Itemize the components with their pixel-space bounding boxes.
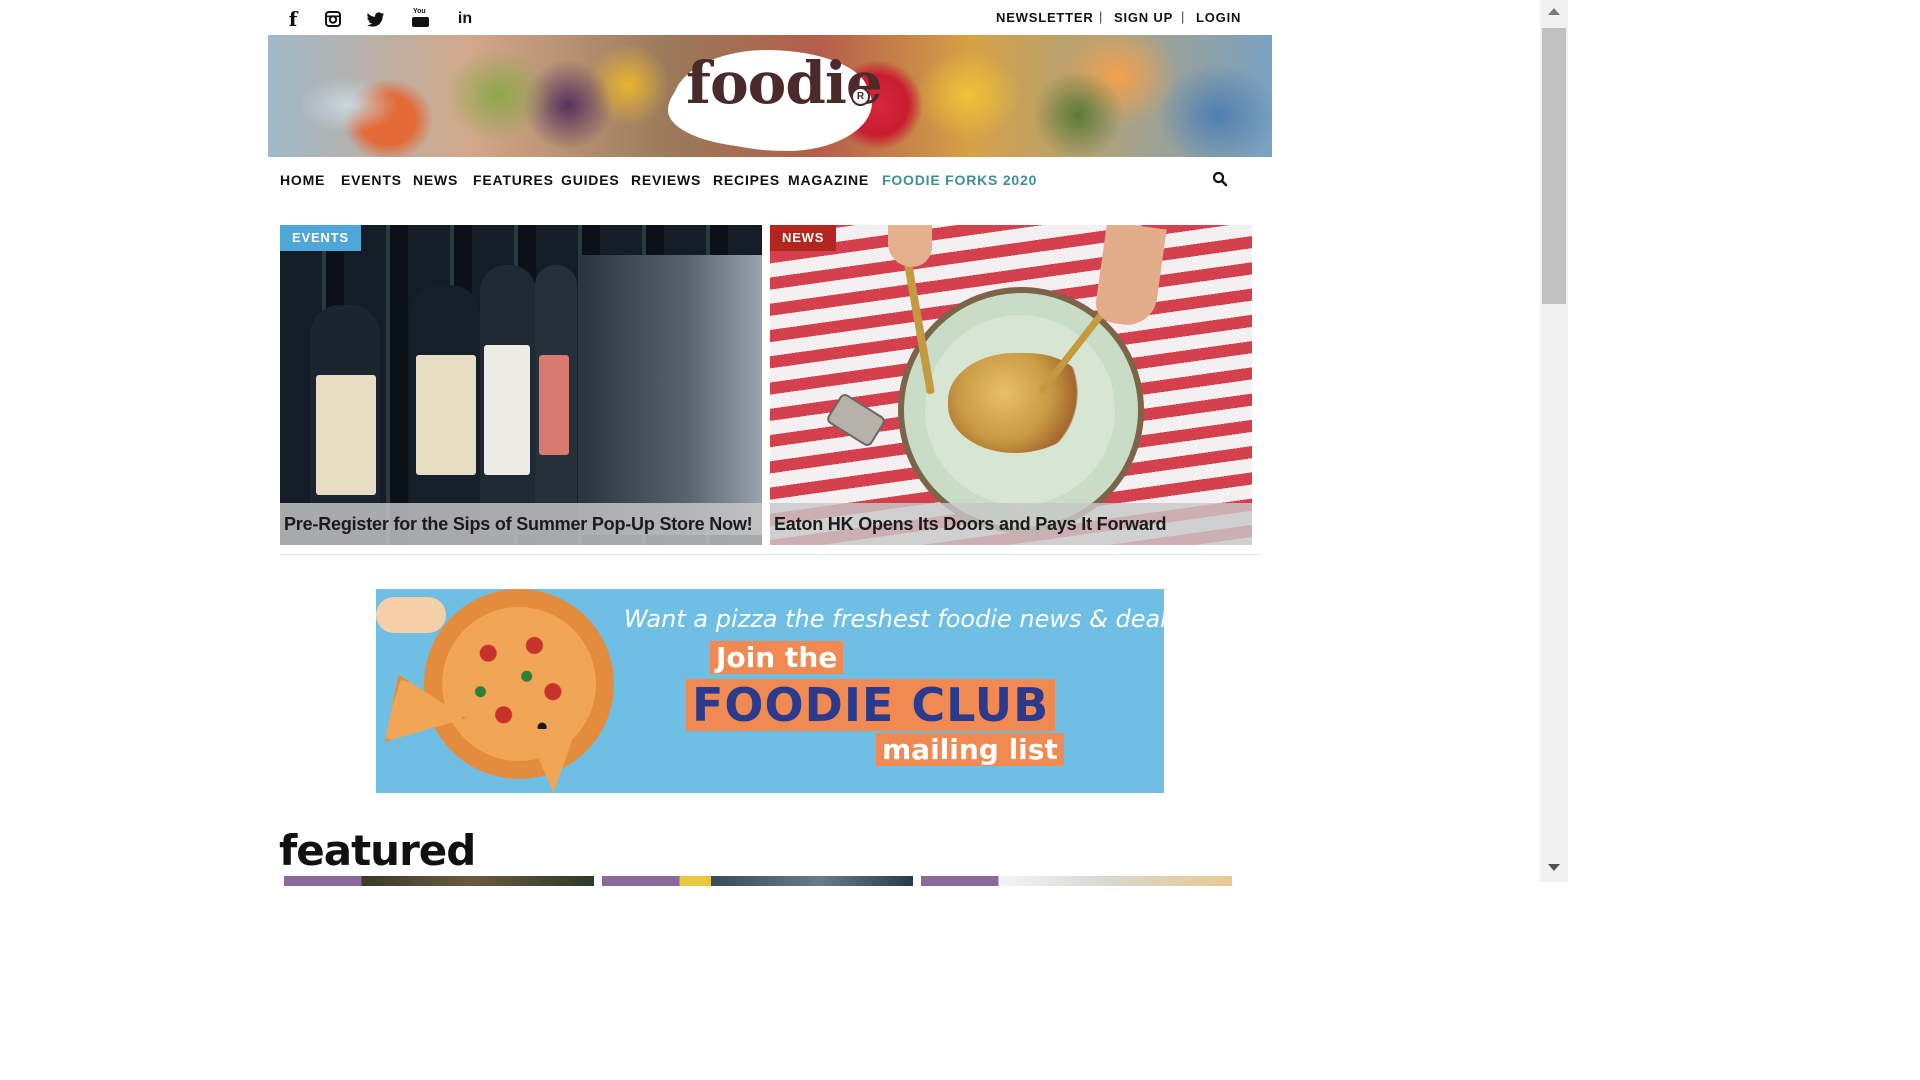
bottle-label [484, 345, 530, 475]
featured-thumbnail[interactable] [602, 876, 913, 886]
nav-item-events[interactable]: EVENTS [341, 172, 402, 188]
linkedin-glyph: in [457, 10, 473, 27]
nav-item-news[interactable]: NEWS [413, 172, 458, 188]
registered-mark: R [851, 87, 870, 106]
pizza-illustration [424, 589, 614, 779]
nav-item-home[interactable]: HOME [280, 172, 325, 188]
hero-card-events[interactable] [280, 225, 762, 545]
bottles-background [580, 255, 762, 535]
featured-thumbnail[interactable] [284, 876, 594, 886]
bottle-label [539, 355, 569, 455]
ad-join-text: Join the [710, 641, 844, 674]
bottle-label [316, 375, 376, 495]
site-logo[interactable]: foodie [686, 49, 883, 117]
facebook-glyph: f [288, 7, 298, 31]
youtube-icon[interactable]: You [409, 8, 433, 30]
category-tag-events[interactable]: EVENTS [280, 225, 361, 251]
divider [280, 554, 1262, 555]
newsletter-link[interactable]: NEWSLETTER [996, 10, 1094, 25]
hero-title-news[interactable]: Eaton HK Opens Its Doors and Pays It For… [774, 514, 1166, 535]
ad-mailing-list-text: mailing list [876, 733, 1064, 766]
signup-link[interactable]: SIGN UP [1114, 10, 1173, 25]
ad-tagline: Want a pizza the freshest foodie news & … [624, 605, 1164, 633]
youtube-tube-box [412, 17, 429, 27]
separator: | [1181, 9, 1185, 24]
search-icon[interactable] [1212, 171, 1228, 187]
nav-item-magazine[interactable]: MAGAZINE [788, 172, 869, 188]
category-tag-news[interactable]: NEWS [770, 225, 837, 251]
login-link[interactable]: LOGIN [1196, 10, 1241, 25]
header-banner: foodie R [268, 35, 1272, 157]
facebook-icon[interactable]: f [281, 7, 305, 31]
instagram-icon[interactable] [321, 8, 345, 30]
nav-item-reviews[interactable]: REVIEWS [631, 172, 701, 188]
foodie-club-ad-banner[interactable]: Want a pizza the freshest foodie news & … [376, 589, 1164, 793]
nav-item-guides[interactable]: GUIDES [561, 172, 619, 188]
nav-item-foodie-forks[interactable]: FOODIE FORKS 2020 [882, 172, 1037, 188]
featured-heading: featured [279, 826, 476, 875]
youtube-glyph: You [413, 8, 426, 15]
twitter-icon[interactable] [364, 8, 388, 30]
hand [888, 225, 932, 267]
top-utility-bar: f You in NEWSLETTER | SIGN UP | LOGIN [0, 0, 1540, 35]
separator: | [1099, 9, 1103, 24]
bottle-label [416, 355, 476, 475]
nav-item-recipes[interactable]: RECIPES [713, 172, 780, 188]
nav-item-features[interactable]: FEATURES [473, 172, 554, 188]
featured-thumbnail[interactable] [921, 876, 1232, 886]
ad-club-title: FOODIE CLUB [686, 679, 1056, 731]
pepper-shaker [824, 391, 888, 449]
linkedin-icon[interactable]: in [453, 8, 477, 30]
scroll-down-arrow-icon[interactable] [1548, 864, 1560, 871]
scroll-up-arrow-icon[interactable] [1548, 8, 1560, 15]
hero-title-events[interactable]: Pre-Register for the Sips of Summer Pop-… [284, 514, 753, 535]
scrollbar-thumb[interactable] [1542, 28, 1566, 304]
hand-with-fork [376, 597, 446, 633]
hero-card-news[interactable] [770, 225, 1252, 545]
hand [1093, 225, 1167, 329]
